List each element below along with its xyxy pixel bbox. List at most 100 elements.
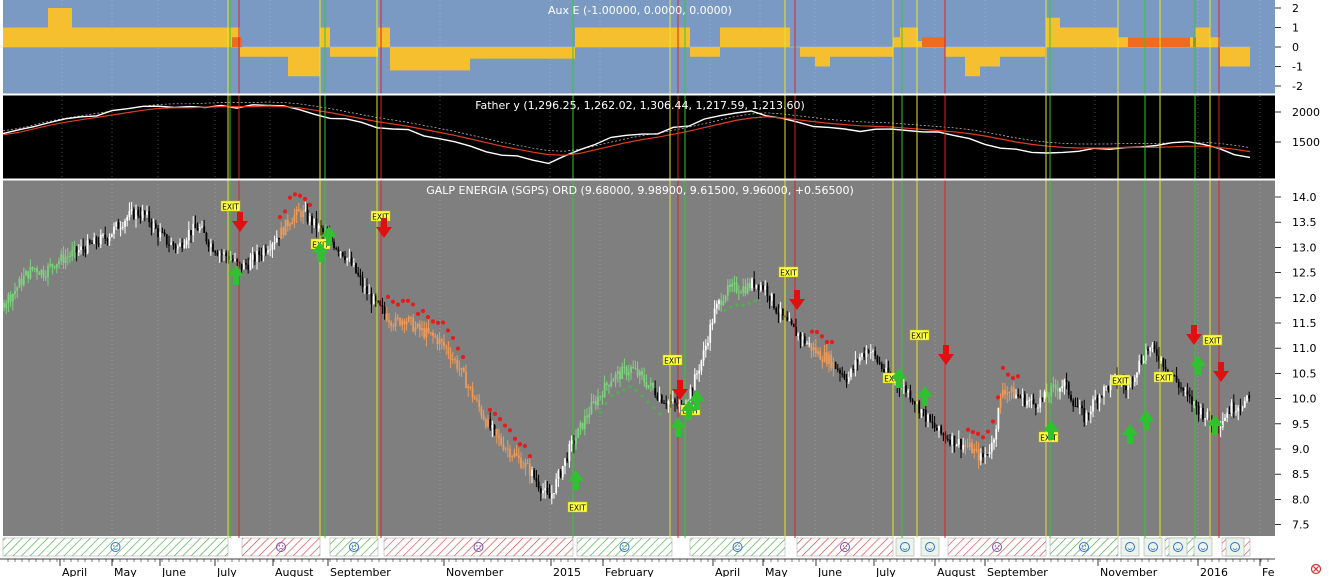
candle-body — [814, 347, 817, 354]
exit-marker-1: EXIT — [370, 210, 391, 222]
candle-body — [366, 286, 368, 294]
candle-body — [51, 264, 54, 267]
status-segment-2 — [329, 537, 379, 557]
candle-body — [603, 382, 606, 398]
candle-body — [1239, 407, 1242, 409]
candle-body — [460, 367, 463, 370]
aux-bar-8 — [378, 27, 390, 47]
candle-body — [755, 284, 758, 288]
candle-body — [471, 387, 474, 398]
candle-body — [513, 453, 516, 457]
candle-body — [869, 352, 872, 354]
x-label-5: September — [330, 566, 391, 577]
exit-marker-5: EXIT — [778, 266, 799, 278]
aux-bar-12 — [672, 27, 690, 47]
smiley-eye — [842, 545, 845, 547]
candle-body — [113, 226, 115, 234]
stop-dot — [287, 195, 293, 200]
candle-body — [586, 416, 588, 418]
candle-body — [1105, 386, 1108, 388]
price-tick-4: 12.0 — [1292, 292, 1317, 305]
candle-body — [102, 234, 104, 236]
candle-body — [808, 343, 811, 345]
aux-bar-20 — [900, 27, 918, 47]
candle-body — [117, 222, 120, 229]
stop-dot — [282, 209, 288, 214]
stop-dot — [400, 298, 406, 304]
candle-body — [399, 318, 401, 326]
candle-body — [157, 228, 159, 238]
stop-dot — [385, 294, 391, 299]
stop-dot — [415, 311, 421, 317]
candle-body — [341, 252, 344, 257]
candle-body — [482, 415, 485, 420]
status-segment-4 — [576, 537, 673, 557]
stop-dot — [497, 417, 503, 422]
candle-body — [779, 308, 782, 315]
candle-body — [84, 249, 87, 254]
stop-dot — [492, 411, 498, 416]
candle-body — [812, 347, 815, 351]
candle-body — [819, 351, 822, 360]
candle-body — [1230, 402, 1233, 413]
candle-body — [71, 250, 74, 257]
candle-body — [502, 444, 505, 450]
candle-body — [443, 341, 445, 347]
price-tick-1: 13.5 — [1292, 216, 1317, 229]
candle-body — [988, 452, 991, 455]
aux-bar-2 — [72, 27, 228, 47]
candle-body — [506, 448, 509, 450]
candle-body — [623, 366, 626, 368]
candle-body — [187, 229, 190, 241]
candle-body — [185, 240, 188, 245]
candle-body — [520, 457, 522, 468]
exit-marker-label: EXIT — [222, 203, 239, 212]
candle-body — [845, 378, 848, 382]
candle-body — [110, 233, 113, 237]
price-tick-5: 11.5 — [1292, 317, 1317, 330]
status-segment-8 — [1049, 537, 1119, 557]
candle-body — [630, 367, 632, 373]
candle-body — [425, 328, 428, 338]
candle-body — [504, 448, 507, 450]
aux-bar-11 — [575, 27, 672, 47]
candle-body — [737, 291, 740, 293]
candle-body — [176, 246, 179, 249]
candle-body — [126, 217, 129, 221]
father-panel-title: Father y (1,296.25, 1,262.02, 1,306.44, … — [475, 99, 805, 112]
candle-body — [447, 347, 450, 355]
candle-body — [22, 275, 25, 285]
candle-body — [762, 285, 764, 290]
candle-body — [929, 414, 932, 422]
candle-body — [1015, 394, 1017, 399]
trail-dot — [723, 308, 727, 312]
candle-body — [753, 279, 756, 288]
exit-marker-label: EXIT — [1204, 337, 1221, 346]
candle-body — [647, 385, 650, 388]
candle-body — [451, 359, 454, 361]
candle-body — [999, 396, 1002, 408]
candle-body — [29, 266, 32, 279]
candle-body — [528, 463, 531, 476]
candle-body — [357, 272, 360, 276]
aux-bar-19 — [893, 37, 900, 47]
candle-body — [49, 264, 52, 266]
candle-body — [500, 437, 503, 445]
trail-dot — [622, 388, 626, 392]
candle-body — [876, 355, 879, 363]
candle-body — [722, 300, 725, 306]
stop-dot — [460, 354, 466, 360]
candle-body — [172, 242, 175, 246]
candle-body — [394, 317, 397, 327]
candle-body — [825, 352, 828, 364]
candle-body — [625, 367, 628, 376]
candle-body — [1133, 377, 1136, 383]
candle-body — [139, 215, 142, 219]
price-tick-11: 8.5 — [1292, 468, 1310, 481]
candle-body — [1184, 390, 1187, 392]
candle-body — [1206, 411, 1209, 419]
candle-body — [856, 360, 859, 362]
candle-body — [209, 243, 212, 248]
candle-body — [216, 252, 219, 256]
candle-body — [964, 445, 967, 447]
